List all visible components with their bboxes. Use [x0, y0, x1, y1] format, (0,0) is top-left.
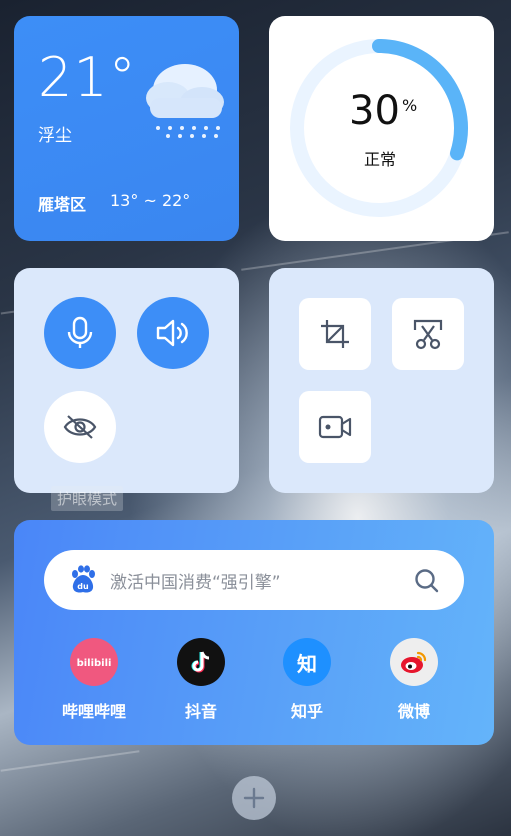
crop-button[interactable] [299, 298, 371, 370]
svg-text:bilibili: bilibili [77, 658, 111, 669]
crop-icon [321, 320, 349, 348]
microphone-icon [67, 316, 93, 348]
tools-widget [269, 268, 494, 493]
app-label: 抖音 [184, 702, 217, 721]
microphone-toggle[interactable] [44, 297, 116, 369]
app-douyin[interactable]: 抖音 [156, 638, 246, 722]
weather-temperature: 21° [38, 46, 137, 109]
search-placeholder: 激活中国消费“强引擎” [110, 573, 281, 593]
speaker-icon [156, 319, 188, 347]
scissors-icon [413, 319, 443, 350]
eye-care-toggle[interactable] [44, 391, 116, 463]
weather-location: 雁塔区 [38, 195, 87, 214]
weather-condition: 浮尘 [38, 126, 72, 146]
screen-record-icon [318, 415, 352, 439]
background-streak [0, 750, 140, 772]
app-zhihu[interactable]: 知 知乎 [262, 638, 352, 722]
app-label: 微博 [397, 702, 430, 721]
gauge-unit: % [402, 96, 418, 115]
speaker-toggle[interactable] [137, 297, 209, 369]
quick-toggles-widget [14, 268, 239, 493]
gauge-status: 正常 [364, 150, 397, 169]
douyin-icon [177, 638, 225, 686]
baidu-icon: du [69, 565, 97, 599]
weather-range: 13° ~ 22° [110, 191, 191, 210]
search-icon[interactable] [414, 568, 440, 598]
memory-gauge-widget[interactable]: 30 % 正常 [269, 16, 494, 241]
gauge-value: 30 [349, 88, 400, 134]
app-weibo[interactable]: 微博 [369, 638, 459, 722]
search-widget: du 激活中国消费“强引擎” bilibili 哔哩哔哩 抖音 知 知乎 微博 [14, 520, 494, 745]
weibo-icon [390, 638, 438, 686]
screen-record-button[interactable] [299, 391, 371, 463]
zhihu-glyph: 知 [297, 651, 317, 676]
plus-icon [243, 787, 265, 809]
zhihu-icon: 知 [283, 638, 331, 686]
screenshot-button[interactable] [392, 298, 464, 370]
app-bilibili[interactable]: bilibili 哔哩哔哩 [49, 638, 139, 722]
app-label: 知乎 [290, 702, 323, 721]
cloud-snow-icon [140, 46, 230, 150]
search-bar[interactable]: du 激活中国消费“强引擎” [44, 550, 464, 610]
eye-care-tooltip: 护眼模式 [51, 486, 124, 511]
weather-widget[interactable]: 21° 浮尘 雁塔区 13° ~ 22° [14, 16, 239, 241]
svg-text:du: du [77, 582, 89, 591]
add-widget-button[interactable] [232, 776, 276, 820]
app-label: 哔哩哔哩 [61, 702, 126, 721]
bilibili-icon: bilibili [70, 638, 118, 686]
eye-off-icon [63, 415, 97, 439]
